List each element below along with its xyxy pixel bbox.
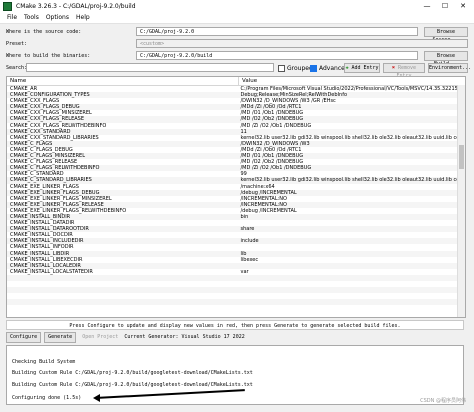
search-label: Search: <box>6 65 28 71</box>
preset-select[interactable]: <custom> <box>136 39 468 48</box>
output-log[interactable]: Checking Build System Building Custom Ru… <box>6 345 464 405</box>
scrollbar-thumb[interactable] <box>459 145 464 169</box>
remove-entry-button[interactable]: ✖ Remove Entry <box>383 63 425 79</box>
menu-tools[interactable]: Tools <box>24 14 39 21</box>
advanced-toggle[interactable]: Advanced <box>310 63 349 73</box>
status-message: Press Configure to update and display ne… <box>6 320 464 330</box>
remove-icon: ✖ <box>391 65 395 71</box>
table-scrollbar[interactable] <box>457 85 465 317</box>
grouped-checkbox[interactable] <box>278 64 285 72</box>
table-header: Name Value <box>7 77 465 86</box>
window-title: CMake 3.26.3 - C:/GDAL/proj-9.2.0/build <box>16 2 136 10</box>
output-line: Configuring done (1.5s) <box>12 395 82 401</box>
annotation-arrow-line <box>94 389 245 399</box>
table-row[interactable] <box>7 305 465 311</box>
cmake-app-icon <box>3 1 12 11</box>
build-path-input[interactable]: C:/GDAL/proj-9.2.0/build <box>136 51 418 60</box>
cache-entry-name <box>7 305 238 311</box>
add-entry-button[interactable]: ✚ Add Entry <box>344 63 380 73</box>
output-line: Building Custom Rule C:/GDAL/proj-9.2.0/… <box>12 370 253 376</box>
preset-label: Preset: <box>6 41 28 47</box>
close-button[interactable]: ✕ <box>456 0 470 12</box>
grouped-label: Grouped <box>287 64 313 72</box>
action-bar: Configure Generate Open Project Current … <box>6 331 245 343</box>
header-value[interactable]: Value <box>239 77 257 85</box>
environment-button[interactable]: Environment... <box>428 63 471 73</box>
binaries-row: Where to build the binaries: <box>6 51 90 61</box>
output-line: Building Custom Rule C:/GDAL/proj-9.2.0/… <box>12 382 253 388</box>
watermark: CSDN @程序员阿伟 <box>420 398 466 404</box>
generate-button[interactable]: Generate <box>44 331 77 343</box>
table-body: CMAKE_AR C:/Program Files/Microsoft Visua… <box>7 86 465 311</box>
menu-bar: File Tools Options Help <box>0 12 474 24</box>
plus-icon: ✚ <box>345 65 349 71</box>
current-generator: Current Generator: Visual Studio 17 2022 <box>124 334 245 340</box>
cache-entry-value[interactable] <box>238 305 466 311</box>
search-row: Search: <box>6 63 27 73</box>
binaries-label: Where to build the binaries: <box>6 53 91 59</box>
search-input[interactable] <box>26 63 274 72</box>
source-row: Where is the source code: <box>6 27 81 37</box>
menu-file[interactable]: File <box>7 14 17 21</box>
cache-table[interactable]: Name Value CMAKE_AR C:/Program Files/Micr… <box>6 76 466 318</box>
open-project-button[interactable]: Open Project <box>79 333 121 342</box>
title-bar: CMake 3.26.3 - C:/GDAL/proj-9.2.0/build … <box>0 0 474 12</box>
source-label: Where is the source code: <box>6 29 82 35</box>
source-path-input[interactable]: C:/GDAL/proj-9.2.0 <box>136 27 418 36</box>
header-name[interactable]: Name <box>7 77 239 85</box>
menu-help[interactable]: Help <box>76 14 90 21</box>
menu-options[interactable]: Options <box>46 14 69 21</box>
advanced-checkbox[interactable] <box>310 64 317 72</box>
output-line: Checking Build System <box>12 359 76 365</box>
add-entry-label: Add Entry <box>351 65 379 71</box>
minimize-button[interactable]: — <box>420 0 434 12</box>
maximize-button[interactable]: ☐ <box>438 0 452 12</box>
configure-button[interactable]: Configure <box>6 331 42 343</box>
annotation-arrow-head <box>93 394 100 402</box>
browse-source-button[interactable]: Browse Source... <box>424 27 468 43</box>
grouped-toggle[interactable]: Grouped <box>278 63 313 73</box>
preset-row: Preset: <box>6 39 27 49</box>
browse-build-button[interactable]: Browse Build... <box>424 51 468 67</box>
